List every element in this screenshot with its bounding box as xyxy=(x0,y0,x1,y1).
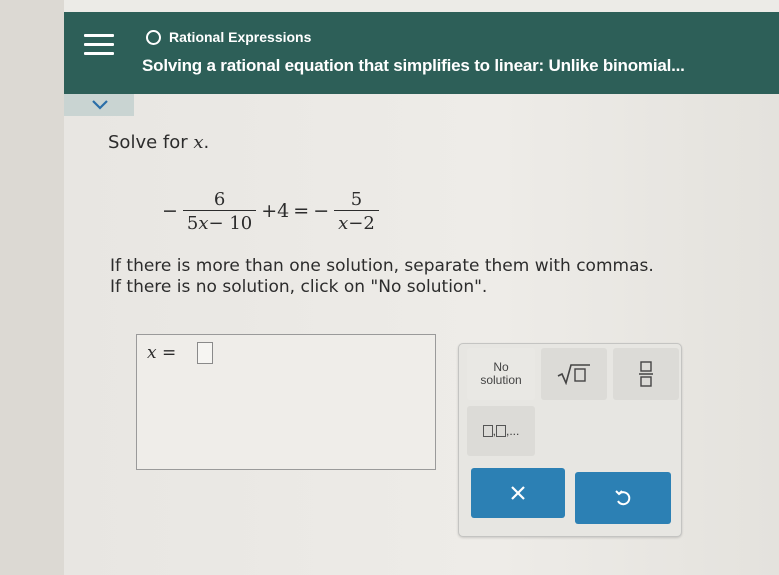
question-prompt: Solve for x. xyxy=(108,132,209,153)
math-keypad: No solution ,,... xyxy=(458,343,682,537)
equals-sign: = xyxy=(293,200,310,222)
sqrt-icon xyxy=(557,364,590,385)
rhs-den-var: x xyxy=(338,212,349,234)
list-box-icon xyxy=(482,425,493,437)
close-icon xyxy=(511,486,525,500)
list-box-icon xyxy=(496,425,506,437)
lhs-den-coef: 5 xyxy=(186,212,199,234)
answer-label: x = xyxy=(147,343,177,363)
hamburger-icon-line xyxy=(84,52,114,55)
lhs-den-var: x xyxy=(198,212,209,234)
clear-button[interactable] xyxy=(471,468,565,518)
rhs-den-const: −2 xyxy=(348,212,375,234)
hamburger-icon-line xyxy=(84,43,114,46)
rhs-denominator: x−2 xyxy=(334,209,379,234)
lhs-fraction: 6 5x− 10 xyxy=(182,188,257,234)
progress-circle-icon xyxy=(146,29,161,45)
instructions: If there is more than one solution, sepa… xyxy=(110,256,654,298)
list-button[interactable]: ,,... xyxy=(467,406,535,456)
rhs-minus-sign: − xyxy=(313,200,330,222)
top-strip xyxy=(64,0,779,12)
topic-text: Rational Expressions xyxy=(169,29,312,45)
lhs-minus-sign: − xyxy=(162,200,178,222)
equation: − 6 5x− 10 +4 = − 5 x−2 xyxy=(160,176,382,246)
instruction-no-solution: If there is no solution, click on "No so… xyxy=(110,277,488,297)
undo-icon xyxy=(615,490,631,506)
menu-button[interactable] xyxy=(84,34,114,60)
list-suffix: ,... xyxy=(506,424,520,438)
page-title: Solving a rational equation that simplif… xyxy=(142,56,685,75)
no-solution-line2: solution xyxy=(480,373,522,387)
answer-area[interactable]: x = xyxy=(136,334,436,470)
prompt-end: . xyxy=(203,132,210,153)
header-bar: Rational Expressions Solving a rational … xyxy=(64,12,779,94)
undo-button[interactable] xyxy=(575,472,671,524)
page: Rational Expressions Solving a rational … xyxy=(64,0,779,575)
square-root-button[interactable] xyxy=(541,348,607,400)
lhs-numerator: 6 xyxy=(213,188,226,210)
prompt-text: Solve for xyxy=(108,132,194,153)
instruction-multiple-solutions: If there is more than one solution, sepa… xyxy=(110,256,654,276)
fraction-button[interactable] xyxy=(613,348,679,400)
rhs-numerator: 5 xyxy=(350,188,363,210)
answer-input[interactable] xyxy=(197,342,213,364)
plus-term: +4 xyxy=(261,200,290,222)
hamburger-icon-line xyxy=(84,34,114,37)
lhs-denominator: 5x− 10 xyxy=(182,209,257,234)
topic-label: Rational Expressions xyxy=(146,29,311,45)
rhs-fraction: 5 x−2 xyxy=(334,189,379,234)
chevron-down-icon xyxy=(92,100,108,110)
lhs-den-const: − 10 xyxy=(208,212,253,234)
collapse-header-button[interactable] xyxy=(64,94,134,116)
no-solution-button[interactable]: No solution xyxy=(467,348,535,400)
prompt-variable: x xyxy=(193,132,204,153)
fraction-icon xyxy=(639,361,653,387)
